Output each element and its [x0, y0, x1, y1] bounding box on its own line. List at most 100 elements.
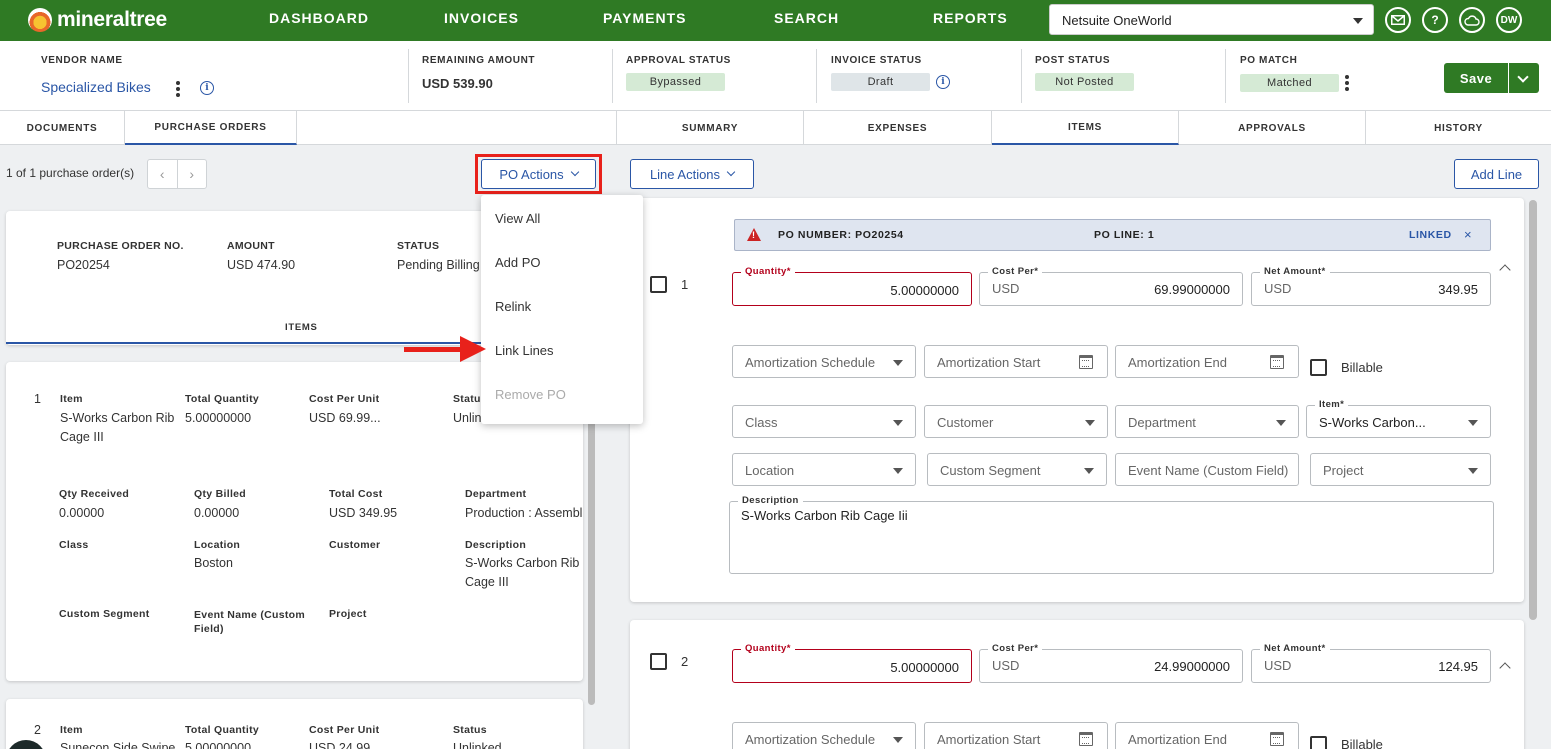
item-select[interactable]: Item* S-Works Carbon... [1306, 399, 1491, 438]
divider [408, 49, 409, 103]
invoice-header: VENDOR NAME Specialized Bikes i REMAININ… [0, 41, 1551, 111]
location-select[interactable]: Location [732, 453, 916, 486]
cost-per-field[interactable]: Cost Per* USD 69.99000000 [979, 266, 1243, 306]
line-number: 1 [681, 277, 689, 292]
description-textarea[interactable]: Description S-Works Carbon Rib Cage Iii [729, 495, 1494, 574]
divider [816, 49, 817, 103]
custom-segment-label: Custom Segment [59, 608, 150, 620]
caret-down-icon [1276, 420, 1286, 426]
linked-po-number: PO NUMBER: PO20254 [778, 229, 904, 241]
event-name-label: Event Name (Custom Field) [194, 609, 306, 635]
project-placeholder: Project [1323, 463, 1364, 478]
add-line-button[interactable]: Add Line [1454, 159, 1539, 189]
location-placeholder: Location [745, 463, 795, 478]
vendor-more-icon[interactable] [176, 81, 180, 99]
org-select[interactable]: Netsuite OneWorld [1049, 4, 1374, 35]
amortization-schedule-select[interactable]: Amortization Schedule [732, 345, 916, 378]
po-line-number: 2 [34, 723, 41, 737]
po-items-tab[interactable]: ITEMS [285, 322, 318, 333]
quantity-label: Quantity* [741, 266, 795, 277]
department-select[interactable]: Department [1115, 405, 1299, 438]
calendar-icon[interactable] [1079, 732, 1093, 746]
cost-per-field[interactable]: Cost Per* USD 24.99000000 [979, 643, 1243, 683]
po-line-number: 1 [34, 392, 41, 406]
pager-prev-icon[interactable]: ‹ [148, 160, 178, 188]
amortization-schedule-select[interactable]: Amortization Schedule [732, 722, 916, 749]
cost-per-unit-value: USD 24.99 [309, 741, 371, 749]
amortization-end-field[interactable]: Amortization End [1115, 722, 1299, 749]
custom-segment-select[interactable]: Custom Segment [927, 453, 1107, 486]
project-select[interactable]: Project [1310, 453, 1491, 486]
line-actions-button[interactable]: Line Actions [630, 159, 754, 189]
amortization-start-field[interactable]: Amortization Start [924, 722, 1108, 749]
save-options-chevron-icon[interactable] [1509, 63, 1539, 93]
po-match-label: PO MATCH [1240, 55, 1298, 66]
nav-payments[interactable]: PAYMENTS [603, 10, 686, 26]
po-line-card[interactable]: 2 Item Sunecon Side Swipe Total Quantity… [6, 699, 583, 749]
tab-history[interactable]: HISTORY [1366, 111, 1551, 145]
line-select-checkbox[interactable] [650, 276, 667, 293]
top-nav: mineraltree DASHBOARD INVOICES PAYMENTS … [0, 0, 1551, 41]
quantity-field[interactable]: Quantity* 5.00000000 [732, 643, 972, 683]
right-scrollbar[interactable] [1529, 200, 1537, 620]
quantity-value: 5.00000000 [890, 283, 959, 298]
mail-icon[interactable] [1385, 7, 1411, 33]
pager-next-icon[interactable]: › [178, 160, 207, 188]
approval-label: APPROVAL STATUS [626, 55, 731, 66]
po-match-more-icon[interactable] [1345, 75, 1349, 93]
vendor-info-icon[interactable]: i [200, 81, 214, 95]
tab-documents[interactable]: DOCUMENTS [0, 111, 125, 145]
tab-purchase-orders[interactable]: PURCHASE ORDERS [125, 111, 297, 145]
quantity-field[interactable]: Quantity* 5.00000000 [732, 266, 972, 306]
save-button[interactable]: Save [1444, 63, 1508, 93]
menu-item-link-lines[interactable]: Link Lines [495, 343, 554, 358]
menu-item-view-all[interactable]: View All [495, 211, 540, 226]
vendor-name[interactable]: Specialized Bikes [41, 79, 151, 95]
qty-received-label: Qty Received [59, 488, 130, 500]
nav-reports[interactable]: REPORTS [933, 10, 1008, 26]
avatar-icon[interactable]: DW [1496, 7, 1522, 33]
tab-approvals[interactable]: APPROVALS [1179, 111, 1366, 145]
event-name-field[interactable]: Event Name (Custom Field) [1115, 453, 1299, 486]
menu-item-relink[interactable]: Relink [495, 299, 531, 314]
help-glyph: ? [1431, 13, 1439, 27]
amortization-end-field[interactable]: Amortization End [1115, 345, 1299, 378]
billable-checkbox[interactable] [1310, 359, 1327, 376]
invoice-status-label: INVOICE STATUS [831, 55, 922, 66]
invoice-status-info-icon[interactable]: i [936, 75, 950, 89]
caret-down-icon [1468, 420, 1478, 426]
customer-select[interactable]: Customer [924, 405, 1108, 438]
tab-expenses[interactable]: EXPENSES [804, 111, 992, 145]
net-amount-field[interactable]: Net Amount* USD 349.95 [1251, 266, 1491, 306]
cloud-icon[interactable] [1459, 7, 1485, 33]
description-label: Description [738, 495, 803, 506]
net-amount-value: 349.95 [1438, 282, 1478, 297]
line-select-checkbox[interactable] [650, 653, 667, 670]
nav-invoices[interactable]: INVOICES [444, 10, 519, 26]
calendar-icon[interactable] [1270, 355, 1284, 369]
tab-items[interactable]: ITEMS [992, 111, 1179, 145]
unlink-close-icon[interactable]: × [1464, 227, 1472, 242]
customer-label: Customer [329, 539, 381, 551]
amortization-start-placeholder: Amortization Start [937, 355, 1041, 370]
linked-status: LINKED [1409, 229, 1452, 241]
menu-item-remove-po: Remove PO [495, 387, 566, 402]
help-icon[interactable]: ? [1422, 7, 1448, 33]
brand-logo[interactable]: mineraltree [28, 5, 167, 35]
calendar-icon[interactable] [1270, 732, 1284, 746]
nav-search[interactable]: SEARCH [774, 10, 839, 26]
amortization-start-field[interactable]: Amortization Start [924, 345, 1108, 378]
billable-checkbox[interactable] [1310, 736, 1327, 749]
event-name-placeholder: Event Name (Custom Field) [1128, 463, 1289, 478]
po-status: Pending Billing [397, 258, 480, 272]
department-label: Department [465, 488, 527, 500]
calendar-icon[interactable] [1079, 355, 1093, 369]
line-actions-label: Line Actions [649, 166, 721, 182]
menu-item-add-po[interactable]: Add PO [495, 255, 541, 270]
amortization-end-placeholder: Amortization End [1128, 355, 1227, 370]
nav-dashboard[interactable]: DASHBOARD [269, 10, 369, 26]
net-amount-field[interactable]: Net Amount* USD 124.95 [1251, 643, 1491, 683]
class-select[interactable]: Class [732, 405, 916, 438]
cost-per-unit-label: Cost Per Unit [309, 724, 380, 736]
tab-summary[interactable]: SUMMARY [616, 111, 804, 145]
